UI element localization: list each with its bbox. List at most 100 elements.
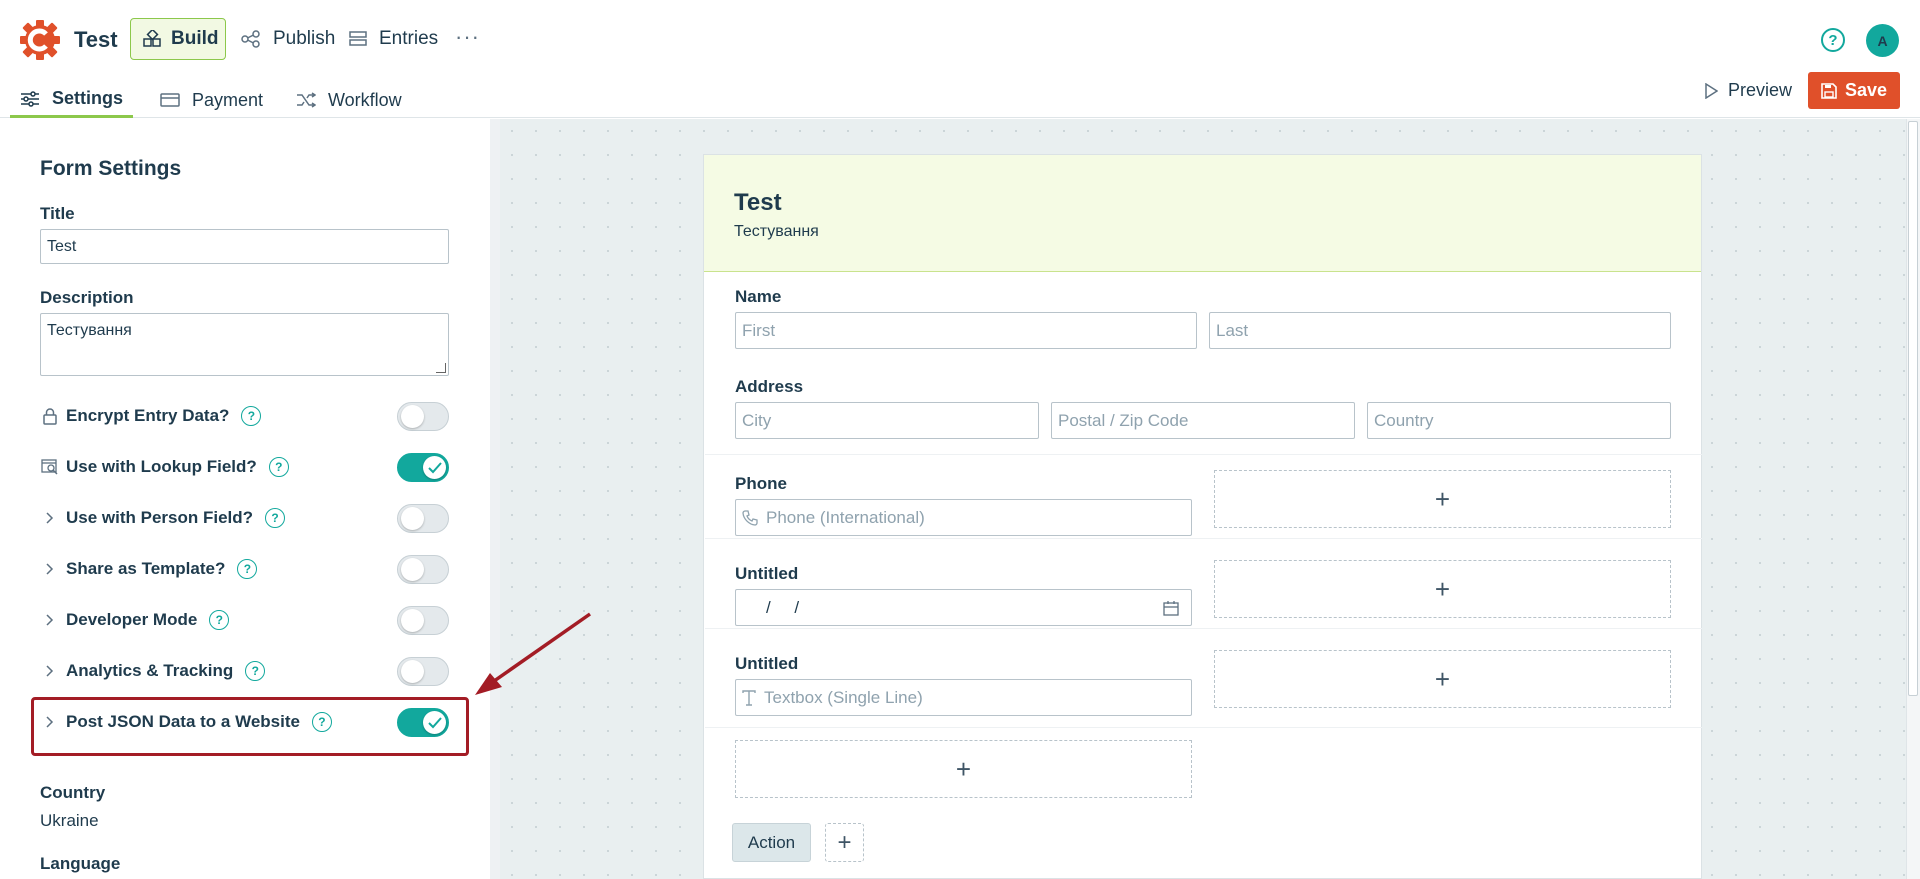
country-input[interactable]: Country (1367, 402, 1671, 439)
annotation-highlight-box (31, 697, 469, 756)
app-name: Test (74, 27, 118, 52)
nav-entries-button[interactable]: Entries (349, 28, 438, 50)
date-field-label: Untitled (735, 564, 799, 583)
row-divider (705, 454, 1702, 455)
first-name-input[interactable]: First (735, 312, 1197, 349)
help-icon[interactable]: ? (241, 406, 262, 426)
toggle-knob (401, 660, 424, 683)
toggle-knob (401, 609, 424, 632)
developer-mode-toggle[interactable] (397, 606, 449, 635)
phone-placeholder: Phone (International) (766, 507, 925, 527)
form-header[interactable]: Test Тестування (704, 155, 1701, 272)
chevron-right-icon[interactable] (40, 559, 60, 579)
preview-label: Preview (1728, 80, 1793, 100)
phone-input[interactable]: Phone (International) (735, 499, 1192, 536)
address-field-label: Address (735, 377, 804, 396)
last-name-input[interactable]: Last (1209, 312, 1671, 349)
setting-label: Share as Template? (66, 559, 226, 578)
nav-build-button[interactable]: Build (130, 18, 226, 60)
nav-publish-button[interactable]: Publish (241, 28, 335, 50)
cognito-logo-icon[interactable] (19, 19, 61, 61)
date-placeholder: / / (766, 597, 800, 617)
shuffle-icon (297, 92, 316, 108)
save-icon (1821, 82, 1837, 99)
textbox-placeholder: Textbox (Single Line) (764, 687, 923, 707)
chevron-right-icon[interactable] (40, 661, 60, 681)
form-title: Test (734, 189, 782, 216)
tab-workflow-label: Workflow (328, 89, 402, 110)
save-button[interactable]: Save (1808, 72, 1900, 109)
description-textarea[interactable]: Тестування (40, 313, 449, 376)
canvas-scroll-thumb[interactable] (1908, 121, 1918, 696)
tab-payment-label: Payment (192, 89, 264, 110)
person-field-toggle[interactable] (397, 504, 449, 533)
help-icon[interactable]: ? (1821, 28, 1845, 52)
analytics-toggle[interactable] (397, 657, 449, 686)
description-label: Description (40, 288, 134, 307)
row-divider (705, 628, 1702, 629)
play-icon (1705, 82, 1718, 99)
setting-analytics-tracking[interactable]: Analytics & Tracking ? (40, 655, 450, 687)
setting-person-field[interactable]: Use with Person Field? ? (40, 502, 450, 534)
country-value[interactable]: Ukraine (40, 811, 99, 831)
chevron-right-icon[interactable] (40, 508, 60, 528)
setting-share-template[interactable]: Share as Template? ? (40, 553, 450, 585)
city-placeholder: City (742, 410, 772, 430)
entries-icon (349, 31, 367, 46)
setting-developer-mode[interactable]: Developer Mode ? (40, 604, 450, 636)
sliders-icon (21, 90, 39, 107)
add-field-button[interactable]: + (1214, 560, 1671, 618)
help-icon[interactable]: ? (209, 610, 230, 630)
chevron-right-icon[interactable] (40, 610, 60, 630)
help-icon[interactable]: ? (245, 661, 266, 681)
share-template-toggle[interactable] (397, 555, 449, 584)
nav-build-label: Build (171, 28, 219, 49)
action-button[interactable]: Action (732, 823, 811, 862)
row-divider (705, 727, 1702, 728)
add-row-button[interactable]: + (735, 740, 1192, 798)
preview-button[interactable]: Preview (1704, 80, 1792, 101)
setting-label: Encrypt Entry Data? (66, 406, 230, 425)
help-icon[interactable]: ? (268, 457, 289, 477)
tab-workflow[interactable]: Workflow (296, 82, 402, 118)
form-description: Тестування (734, 223, 819, 240)
text-icon (742, 689, 756, 706)
zip-placeholder: Postal / Zip Code (1058, 410, 1189, 430)
lookup-toggle[interactable] (397, 453, 449, 482)
title-input[interactable]: Test (40, 229, 449, 264)
setting-lookup-field: Use with Lookup Field? ? (40, 451, 450, 483)
encrypt-toggle[interactable] (397, 402, 449, 431)
more-menu-icon[interactable]: ··· (455, 24, 480, 50)
help-icon[interactable]: ? (265, 508, 286, 528)
add-field-button[interactable]: + (1214, 650, 1671, 708)
save-label: Save (1844, 80, 1888, 100)
add-field-button[interactable]: + (1214, 470, 1671, 528)
form-preview: Test Тестування Name First Last Address … (703, 154, 1702, 879)
name-field-label: Name (735, 287, 782, 306)
tab-settings[interactable]: Settings (10, 82, 134, 118)
phone-icon (742, 509, 758, 526)
tab-payment[interactable]: Payment (160, 82, 263, 118)
panel-title: Form Settings (40, 157, 182, 180)
calendar-icon[interactable] (1163, 600, 1179, 616)
nav-publish-label: Publish (273, 28, 336, 49)
date-input[interactable]: / / (735, 589, 1192, 626)
add-action-button[interactable]: + (825, 823, 864, 862)
city-input[interactable]: City (735, 402, 1039, 439)
title-label: Title (40, 204, 75, 223)
setting-label: Use with Person Field? (66, 508, 254, 527)
help-icon[interactable]: ? (237, 559, 258, 579)
first-placeholder: First (742, 320, 776, 340)
resize-grip-icon[interactable] (436, 363, 446, 373)
share-icon (241, 30, 260, 48)
lookup-icon (40, 457, 60, 477)
check-icon (427, 461, 442, 473)
sidebar-scrollbar[interactable] (490, 119, 500, 879)
zip-input[interactable]: Postal / Zip Code (1051, 402, 1355, 439)
user-avatar[interactable]: A (1866, 24, 1899, 57)
setting-label: Analytics & Tracking (66, 661, 234, 680)
textbox-input[interactable]: Textbox (Single Line) (735, 679, 1192, 716)
last-placeholder: Last (1216, 320, 1249, 340)
toggle-knob (423, 456, 446, 479)
textbox-field-label: Untitled (735, 654, 799, 673)
